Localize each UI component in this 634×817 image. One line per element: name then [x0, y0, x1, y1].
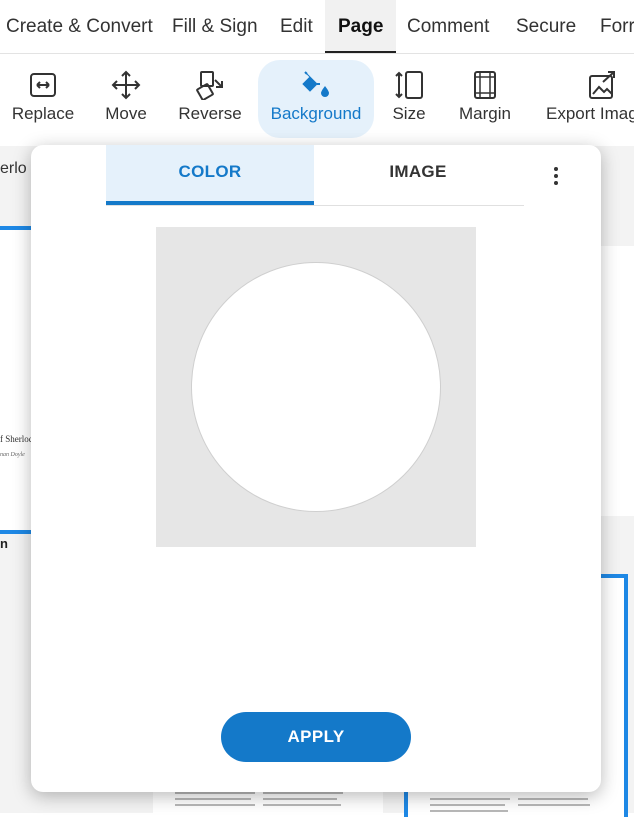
replace-button[interactable]: Replace: [6, 60, 80, 138]
size-button[interactable]: Size: [384, 60, 434, 138]
move-label: Move: [105, 104, 147, 123]
replace-icon: [30, 73, 56, 97]
export-image-icon: [589, 71, 615, 99]
top-menu-bar: Create & Convert Fill & Sign Edit Page C…: [0, 0, 634, 54]
apply-button[interactable]: APPLY: [221, 712, 411, 762]
page-toolbar: Replace Move Reverse Background Size Mar…: [0, 54, 634, 146]
margin-button[interactable]: Margin: [452, 60, 518, 138]
margin-label: Margin: [459, 104, 511, 123]
margin-icon: [474, 71, 496, 99]
tab-image[interactable]: IMAGE: [314, 145, 522, 201]
replace-label: Replace: [11, 104, 75, 123]
color-picker-circle[interactable]: [191, 262, 441, 512]
background-tabs: COLOR IMAGE: [106, 145, 524, 206]
menu-create-convert[interactable]: Create & Convert: [6, 0, 153, 51]
size-label: Size: [392, 104, 426, 123]
more-vertical-icon[interactable]: [547, 163, 565, 191]
reverse-label: Reverse: [178, 104, 242, 123]
side-marker: n: [0, 536, 8, 551]
background-panel: COLOR IMAGE APPLY: [31, 145, 601, 792]
reverse-button[interactable]: Reverse: [172, 60, 248, 138]
menu-page[interactable]: Page: [325, 0, 397, 53]
size-icon: [395, 71, 423, 99]
document-tab-title[interactable]: erlo: [0, 160, 27, 178]
paint-bucket-icon: [302, 71, 329, 97]
thumbnail-subtitle: nan Doyle: [0, 452, 25, 458]
menu-secure[interactable]: Secure: [516, 0, 576, 51]
move-button[interactable]: Move: [96, 60, 156, 138]
move-icon: [111, 70, 141, 100]
page-thumbnail-right[interactable]: [600, 246, 634, 516]
background-button[interactable]: Background: [258, 60, 374, 138]
menu-edit[interactable]: Edit: [280, 0, 313, 51]
menu-fill-sign[interactable]: Fill & Sign: [172, 0, 258, 51]
menu-comment[interactable]: Comment: [407, 0, 489, 51]
thumbnail-title: f Sherloc: [0, 434, 33, 444]
background-preview: [156, 227, 476, 547]
menu-form[interactable]: Forr: [600, 0, 634, 51]
background-label: Background: [270, 104, 362, 123]
tab-color[interactable]: COLOR: [106, 145, 314, 205]
reverse-icon: [196, 71, 223, 100]
export-image-label: Export Image: [546, 104, 634, 123]
export-image-button[interactable]: Export Image: [542, 60, 634, 138]
